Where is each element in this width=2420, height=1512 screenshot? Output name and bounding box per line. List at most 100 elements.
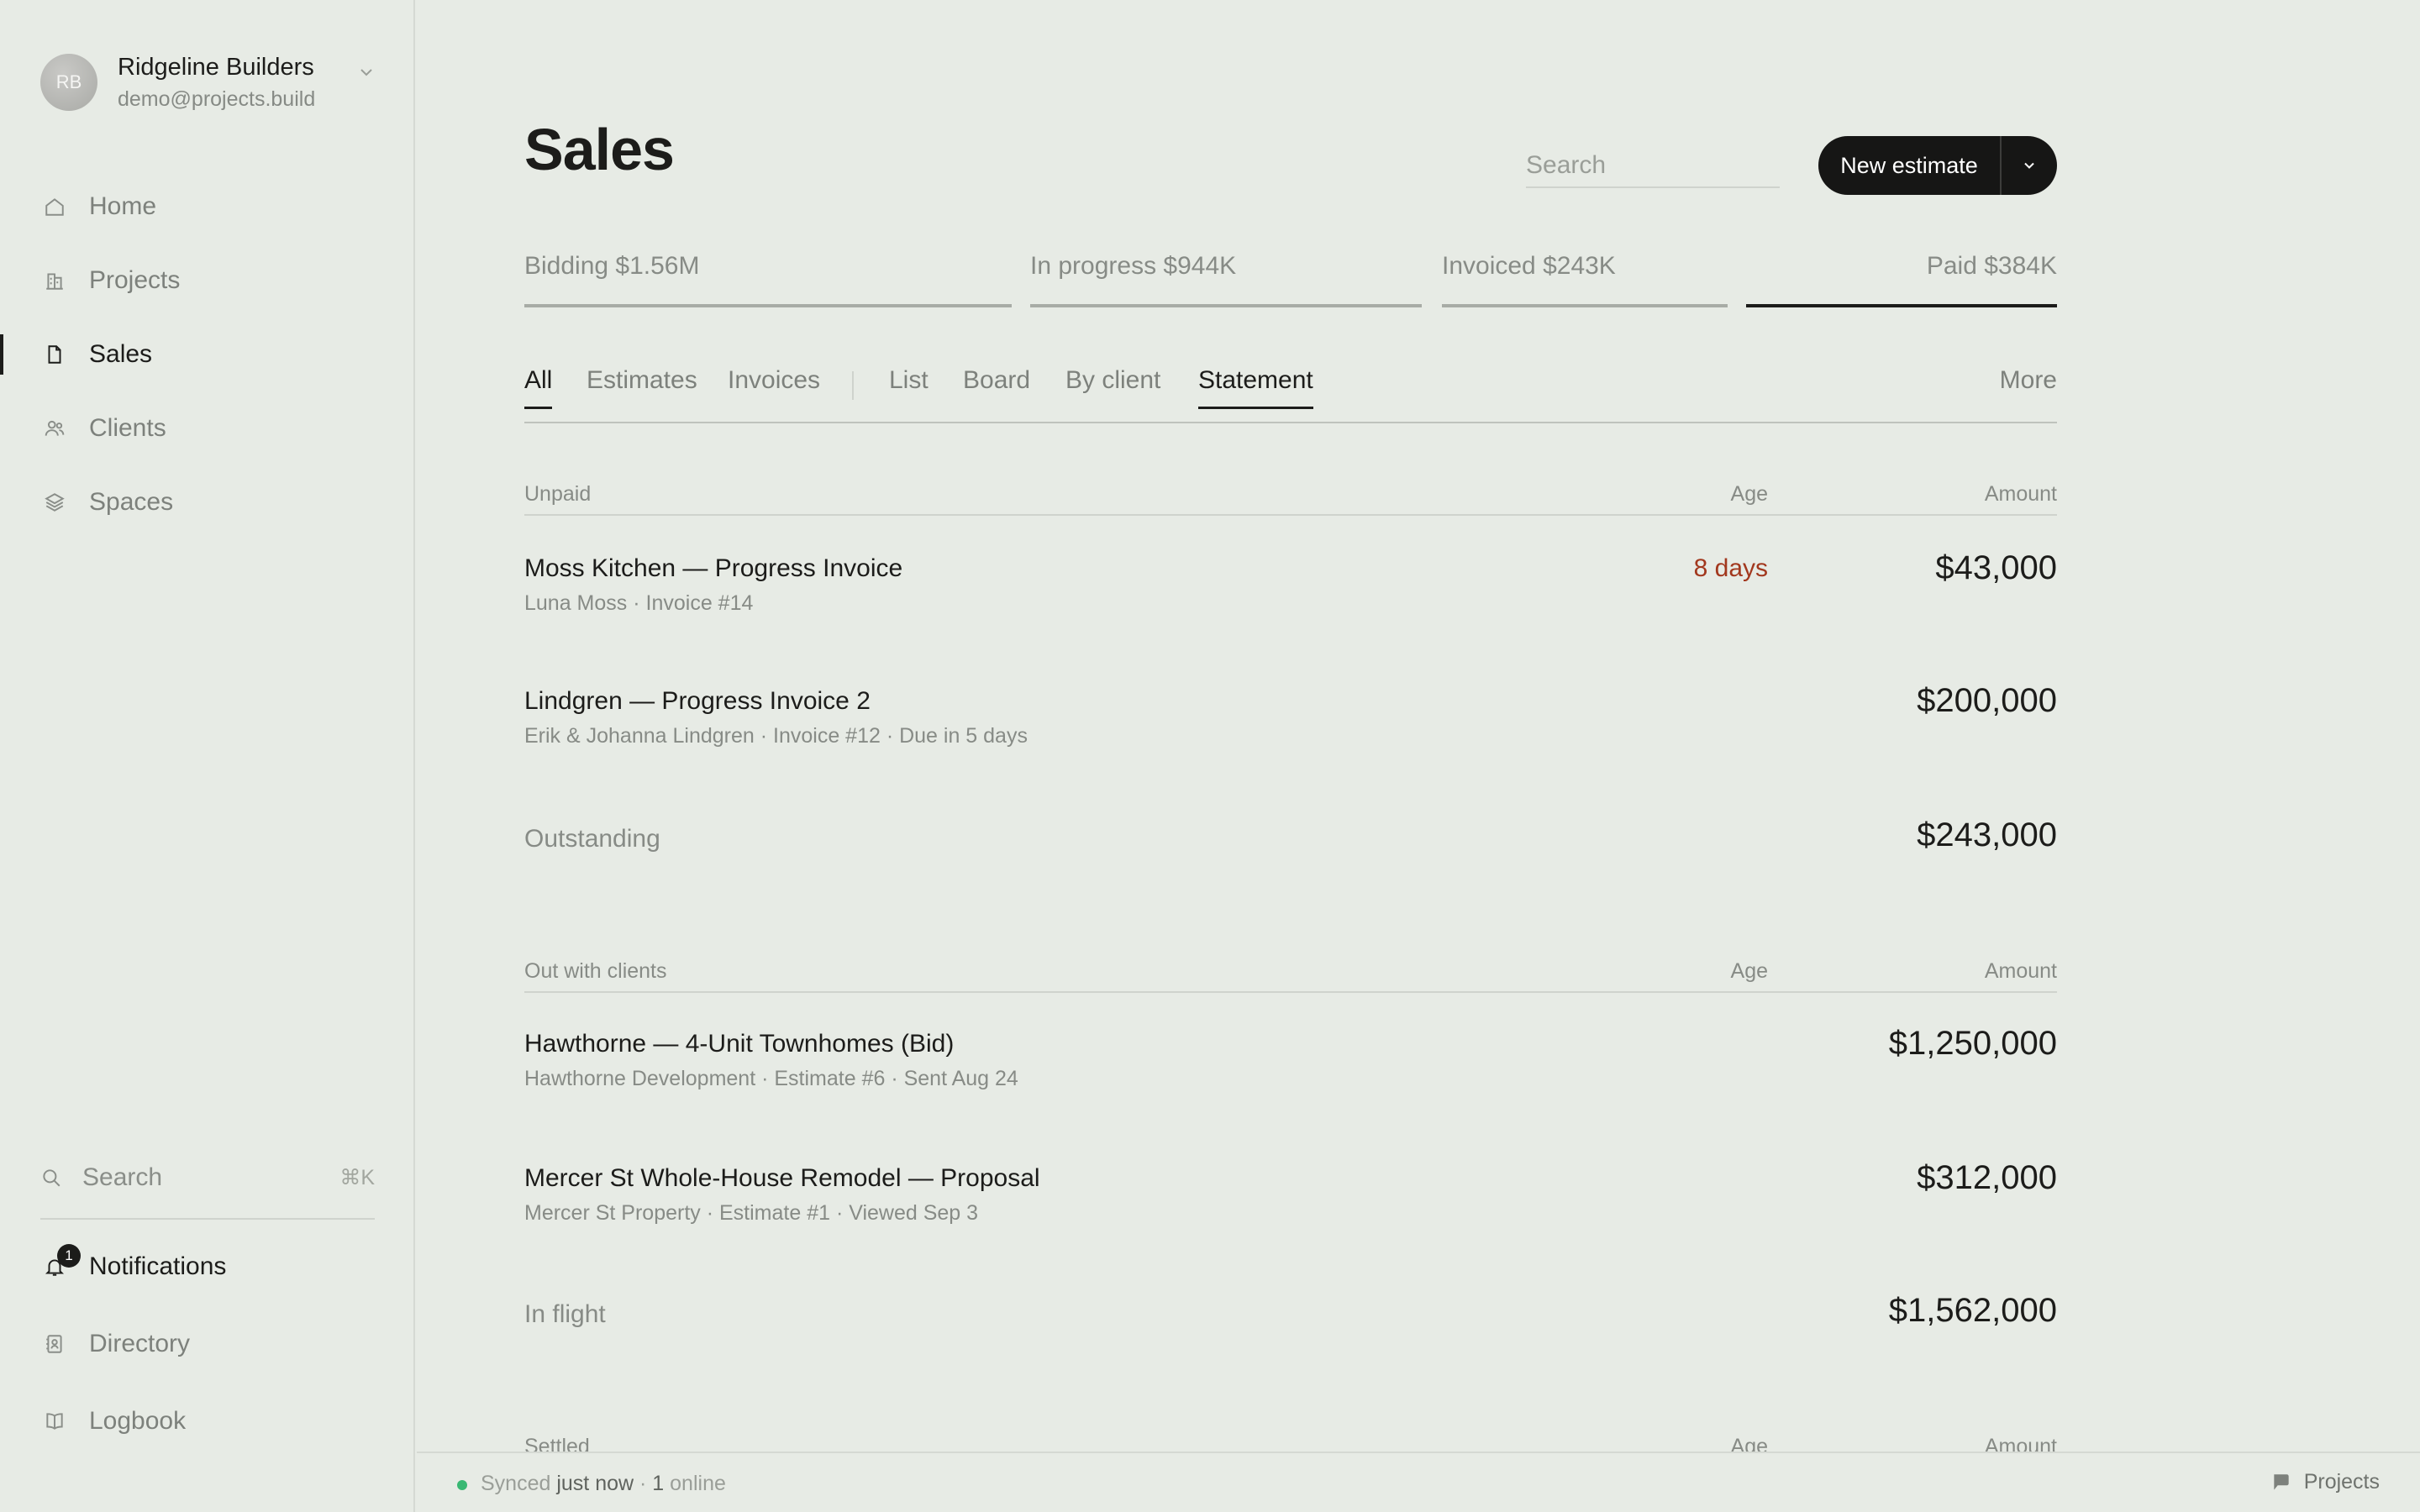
statement-row[interactable]: Lindgren — Progress Invoice 2 Erik & Joh… (524, 682, 2057, 780)
online-count: 1 (652, 1472, 665, 1495)
sidebar-item-home[interactable]: Home (0, 181, 415, 232)
pipeline-bar (524, 304, 1012, 307)
book-icon (42, 1409, 67, 1434)
tab-by-client[interactable]: By client (1065, 366, 1160, 407)
total-label: Outstanding (524, 825, 660, 853)
pipeline-stage-bidding[interactable]: Bidding $1.56M (524, 252, 1012, 307)
row-title: Hawthorne — 4-Unit Townhomes (Bid) (524, 1030, 955, 1058)
section-title: Out with clients (524, 959, 667, 983)
sidebar: RB Ridgeline Builders demo@projects.buil… (0, 0, 415, 1512)
pipeline-stage-invoiced[interactable]: Invoiced $243K (1442, 252, 1728, 307)
statement-row[interactable]: Mercer St Whole-House Remodel — Proposal… (524, 1159, 2057, 1257)
section-header-out-with-clients: Out with clients Age Amount (524, 953, 2057, 993)
section-total-in-flight: In flight $1,562,000 (524, 1292, 2057, 1347)
row-subtitle: Hawthorne Development · Estimate #6 · Se… (524, 1067, 1018, 1090)
tab-all[interactable]: All (524, 366, 553, 409)
statement-row[interactable]: Hawthorne — 4-Unit Townhomes (Bid) Hawth… (524, 1025, 2057, 1122)
sidebar-item-label: Logbook (89, 1407, 187, 1435)
pipeline-stage-label: Paid $384K (1926, 252, 2057, 280)
document-icon (42, 342, 67, 367)
sidebar-item-label: Clients (89, 414, 166, 442)
notification-count-badge: 1 (57, 1244, 81, 1268)
projects-link-label: Projects (2303, 1470, 2380, 1494)
search-input[interactable] (1526, 144, 1780, 188)
row-amount: $1,250,000 (1888, 1025, 2057, 1062)
sidebar-item-label: Notifications (89, 1252, 227, 1280)
row-subtitle: Mercer St Property · Estimate #1 · Viewe… (524, 1201, 979, 1225)
sidebar-item-label: Projects (89, 266, 181, 294)
total-amount: $1,562,000 (1888, 1292, 2057, 1329)
column-header-age: Age (1730, 959, 1768, 983)
new-estimate-button-group: New estimate (1818, 136, 2057, 195)
sidebar-search[interactable]: Search ⌘K (40, 1152, 375, 1203)
pipeline-bar (1030, 304, 1422, 307)
new-estimate-button[interactable]: New estimate (1818, 136, 2002, 195)
home-icon (42, 194, 67, 219)
sidebar-item-spaces[interactable]: Spaces (0, 477, 415, 528)
statement-row[interactable]: Moss Kitchen — Progress Invoice Luna Mos… (524, 549, 2057, 647)
pipeline-stage-paid[interactable]: Paid $384K (1746, 252, 2057, 307)
sidebar-item-label: Directory (89, 1330, 191, 1357)
section-title: Unpaid (524, 482, 592, 506)
pipeline-stage-in-progress[interactable]: In progress $944K (1030, 252, 1422, 307)
sidebar-item-label: Home (89, 192, 157, 220)
bell-icon: 1 (42, 1244, 81, 1279)
column-header-amount: Amount (1984, 482, 2057, 506)
account-name: Ridgeline Builders (118, 54, 314, 81)
row-subtitle: Luna Moss · Invoice #14 (524, 591, 754, 615)
row-age: 8 days (1693, 554, 1768, 582)
layers-icon (42, 490, 67, 515)
sidebar-item-directory[interactable]: Directory (0, 1319, 415, 1369)
tab-more[interactable]: More (2000, 366, 2057, 407)
sync-time: just now (556, 1472, 634, 1495)
sidebar-item-notifications[interactable]: 1 Notifications (0, 1242, 415, 1292)
sidebar-item-sales[interactable]: Sales (0, 329, 415, 380)
search-shortcut: ⌘K (339, 1166, 375, 1189)
page-title: Sales (524, 117, 675, 182)
tab-statement[interactable]: Statement (1198, 366, 1313, 409)
status-bar: Synced just now · 1 online Projects (417, 1452, 2420, 1512)
chevron-down-icon (2024, 162, 2034, 169)
row-amount: $200,000 (1917, 682, 2057, 719)
pipeline-stage-label: Invoiced $243K (1442, 252, 1616, 280)
sidebar-item-projects[interactable]: Projects (0, 255, 415, 306)
row-title: Mercer St Whole-House Remodel — Proposal (524, 1164, 1040, 1192)
main-content: Sales New estimate Bidding $1.56M In pro… (417, 0, 2420, 1512)
tab-list[interactable]: List (889, 366, 929, 407)
sync-label: Synced (481, 1472, 551, 1495)
section-header-unpaid: Unpaid Age Amount (524, 475, 2057, 516)
account-switcher[interactable]: RB Ridgeline Builders demo@projects.buil… (40, 52, 376, 113)
sidebar-item-label: Sales (89, 340, 153, 368)
row-amount: $43,000 (1935, 549, 2057, 586)
pipeline-stage-label: Bidding $1.56M (524, 252, 700, 280)
row-title: Lindgren — Progress Invoice 2 (524, 687, 871, 715)
tab-board[interactable]: Board (963, 366, 1030, 407)
section-total-outstanding: Outstanding $243,000 (524, 816, 2057, 872)
pipeline-stage-label: In progress $944K (1030, 252, 1237, 280)
column-header-age: Age (1730, 482, 1768, 506)
sync-status-dot (457, 1480, 467, 1490)
total-amount: $243,000 (1917, 816, 2057, 853)
tab-invoices[interactable]: Invoices (728, 366, 820, 407)
buildings-icon (42, 268, 67, 293)
total-label: In flight (524, 1300, 606, 1328)
app-window: RB Ridgeline Builders demo@projects.buil… (0, 0, 2420, 1512)
projects-chat-link[interactable]: Projects (2270, 1470, 2380, 1494)
new-estimate-menu-button[interactable] (2002, 136, 2057, 195)
row-amount: $312,000 (1917, 1159, 2057, 1196)
sync-status: Synced just now · 1 online (481, 1472, 726, 1496)
tab-estimates[interactable]: Estimates (587, 366, 697, 407)
sidebar-item-label: Spaces (89, 488, 174, 516)
avatar: RB (40, 54, 97, 111)
tab-separator (852, 371, 854, 400)
column-header-amount: Amount (1984, 959, 2057, 983)
account-email: demo@projects.build (118, 87, 316, 111)
sidebar-item-clients[interactable]: Clients (0, 403, 415, 454)
contact-book-icon (42, 1331, 67, 1357)
chevron-down-icon (360, 69, 372, 76)
pipeline-bar (1746, 304, 2057, 307)
online-label: online (670, 1472, 726, 1495)
sidebar-item-logbook[interactable]: Logbook (0, 1396, 415, 1446)
chat-flag-icon (2274, 1473, 2289, 1490)
view-tabs: All Estimates Invoices List Board By cli… (524, 363, 2057, 423)
